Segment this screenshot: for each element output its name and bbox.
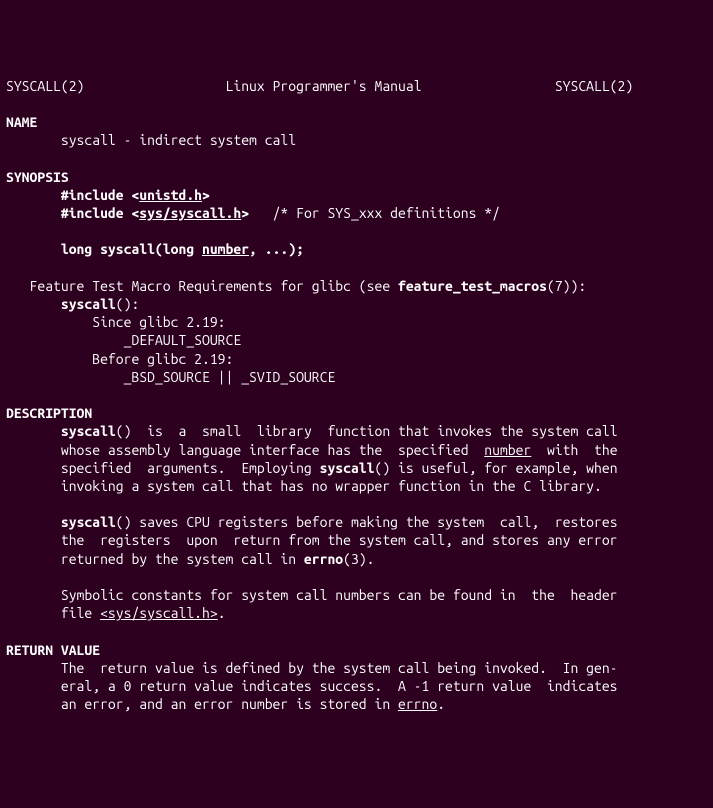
header-right: SYSCALL(2) [555,78,633,94]
desc-line: whose assembly language interface has th… [6,442,618,458]
ftm-before-val: _BSD_SOURCE || _SVID_SOURCE [6,369,335,385]
ftm-intro: Feature Test Macro Requirements for glib… [6,278,586,294]
ftm-fn: syscall(): [6,296,139,312]
include-comment: /* For SYS_xxx definitions */ [273,205,500,221]
desc-line: invoking a system call that has no wrapp… [6,478,602,494]
ftm-since-val: _DEFAULT_SOURCE [6,332,241,348]
ftm-before: Before glibc 2.19: [6,351,233,367]
name-body: syscall - indirect system call [6,132,296,148]
return-line: The return value is defined by the syste… [6,660,618,676]
section-synopsis-heading: SYNOPSIS [6,169,69,185]
section-name-heading: NAME [6,114,37,130]
include-line: #include <sys/syscall.h> [6,205,273,221]
desc-line: Symbolic constants for system call numbe… [6,587,618,603]
desc-line: syscall() is a small library function th… [6,423,618,439]
desc-line: syscall() saves CPU registers before mak… [6,514,618,530]
section-return-heading: RETURN VALUE [6,642,100,658]
return-line: an error, and an error number is stored … [6,696,445,712]
header-left: SYSCALL(2) [6,78,84,94]
desc-line: the registers upon return from the syste… [6,532,618,548]
prototype: long syscall(long number, ...); [6,241,304,257]
man-page-content: SYSCALL(2) Linux Programmer's Manual SYS… [6,77,707,714]
section-description-heading: DESCRIPTION [6,405,92,421]
desc-line: returned by the system call in errno(3). [6,551,375,567]
ftm-since: Since glibc 2.19: [6,314,226,330]
desc-line: specified arguments. Employing syscall()… [6,460,618,476]
return-line: eral, a 0 return value indicates success… [6,678,618,694]
header-center: Linux Programmer's Manual [226,78,422,94]
desc-line: file <sys/syscall.h>. [6,605,226,621]
include-line: #include <unistd.h> [6,187,210,203]
